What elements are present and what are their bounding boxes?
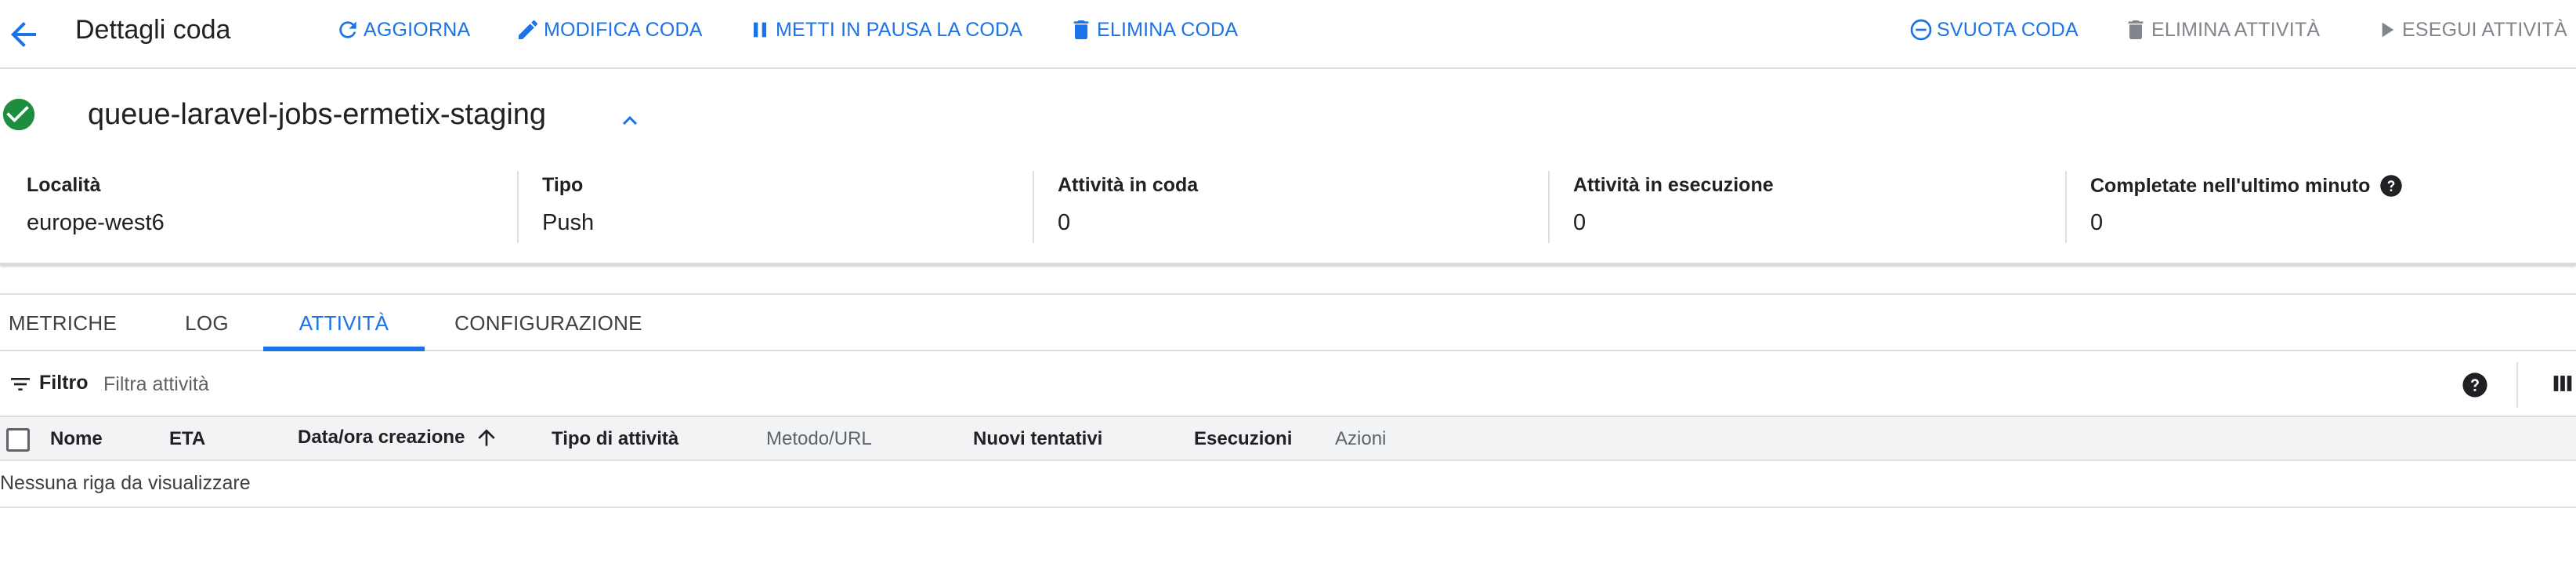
column-header-executions[interactable]: Esecuzioni bbox=[1194, 428, 1292, 450]
column-header-name[interactable]: Nome bbox=[50, 428, 103, 450]
detail-type: Tipo Push bbox=[517, 146, 1034, 265]
queue-details-card: Località europe-west6 Tipo Push Attività… bbox=[0, 146, 2576, 265]
refresh-button[interactable]: AGGIORNA bbox=[335, 14, 470, 45]
pause-queue-button[interactable]: METTI IN PAUSA LA CODA bbox=[747, 14, 1022, 45]
column-header-created-label: Data/ora creazione bbox=[298, 427, 465, 448]
play-icon bbox=[2382, 22, 2394, 38]
detail-value: Push bbox=[542, 210, 595, 235]
delete-tasks-button[interactable]: ELIMINA ATTIVITÀ bbox=[2123, 14, 2320, 45]
empty-table-message: Nessuna riga da visualizzare bbox=[0, 472, 251, 494]
pause-icon bbox=[754, 22, 766, 38]
detail-location: Località europe-west6 bbox=[0, 146, 517, 265]
column-header-eta[interactable]: ETA bbox=[169, 428, 205, 450]
page-title: Dettagli coda bbox=[75, 15, 231, 45]
pause-queue-label: METTI IN PAUSA LA CODA bbox=[776, 18, 1023, 41]
column-header-created[interactable]: Data/ora creazione bbox=[298, 425, 499, 450]
detail-label: Completate nell'ultimo minuto bbox=[2090, 174, 2403, 198]
edit-queue-button[interactable]: MODIFICA CODA bbox=[516, 14, 703, 45]
queue-name: queue-laravel-jobs-ermetix-staging bbox=[88, 98, 547, 131]
filter-label: Filtro bbox=[39, 372, 89, 394]
run-tasks-button[interactable]: ESEGUI ATTIVITÀ bbox=[2374, 14, 2567, 45]
sort-ascending-arrow-icon[interactable] bbox=[474, 425, 499, 450]
detail-label: Località bbox=[27, 174, 101, 196]
column-header-retries[interactable]: Nuovi tentativi bbox=[973, 428, 1102, 450]
delete-queue-button[interactable]: ELIMINA CODA bbox=[1069, 14, 1238, 45]
column-header-method-url: Metodo/URL bbox=[766, 428, 872, 449]
active-tab-indicator bbox=[263, 347, 425, 351]
tab-configuration[interactable]: CONFIGURAZIONE bbox=[447, 295, 650, 351]
detail-completed-last-minute: Completate nell'ultimo minuto 0 bbox=[2065, 146, 2576, 265]
run-tasks-label: ESEGUI ATTIVITÀ bbox=[2402, 18, 2567, 41]
detail-value: europe-west6 bbox=[27, 210, 165, 235]
detail-label: Attività in esecuzione bbox=[1573, 174, 1774, 196]
filter-input[interactable] bbox=[103, 365, 2375, 403]
detail-value: 0 bbox=[1058, 210, 1071, 235]
detail-value: 0 bbox=[2090, 210, 2104, 235]
column-header-actions: Azioni bbox=[1335, 428, 1387, 449]
pencil-icon bbox=[519, 20, 538, 39]
purge-queue-button[interactable]: SVUOTA CODA bbox=[1908, 14, 2079, 45]
filter-bar: Filtro bbox=[0, 353, 2576, 417]
detail-running-tasks: Attività in esecuzione 0 bbox=[1548, 146, 2065, 265]
help-icon[interactable] bbox=[2462, 372, 2488, 398]
table-header: Nome ETA Data/ora creazione Tipo di atti… bbox=[0, 417, 2576, 461]
refresh-icon bbox=[339, 21, 356, 38]
detail-queued-tasks: Attività in coda 0 bbox=[1033, 146, 1550, 265]
table-bottom-divider bbox=[0, 507, 2576, 508]
tab-bar: METRICHE LOG ATTIVITÀ CONFIGURAZIONE bbox=[0, 293, 2576, 351]
toolbar-divider bbox=[2516, 362, 2518, 408]
back-arrow-icon[interactable] bbox=[5, 16, 42, 53]
refresh-label: AGGIORNA bbox=[364, 18, 471, 41]
tab-metrics[interactable]: METRICHE bbox=[0, 295, 125, 351]
check-circle-icon bbox=[2, 98, 35, 131]
column-display-icon[interactable] bbox=[2549, 370, 2576, 397]
detail-value: 0 bbox=[1573, 210, 1586, 235]
purge-queue-label: SVUOTA CODA bbox=[1937, 18, 2079, 41]
detail-label: Tipo bbox=[542, 174, 584, 196]
select-all-checkbox[interactable] bbox=[6, 428, 30, 452]
edit-queue-label: MODIFICA CODA bbox=[544, 18, 703, 41]
toolbar: Dettagli coda AGGIORNA MODIFICA CODA MET… bbox=[0, 0, 2576, 69]
column-header-task-type[interactable]: Tipo di attività bbox=[552, 428, 678, 450]
tab-logs[interactable]: LOG bbox=[154, 295, 260, 351]
detail-label: Attività in coda bbox=[1058, 174, 1199, 196]
delete-tasks-label: ELIMINA ATTIVITÀ bbox=[2151, 18, 2321, 41]
trash-icon bbox=[2128, 20, 2144, 39]
filter-icon[interactable] bbox=[8, 372, 33, 397]
trash-icon bbox=[1073, 20, 1089, 39]
delete-queue-label: ELIMINA CODA bbox=[1097, 18, 1239, 41]
chevron-up-icon[interactable] bbox=[616, 107, 644, 135]
tab-tasks[interactable]: ATTIVITÀ bbox=[263, 295, 425, 351]
minus-circle-icon bbox=[1910, 19, 1932, 41]
detail-label-text: Completate nell'ultimo minuto bbox=[2090, 174, 2371, 197]
help-icon[interactable] bbox=[2379, 174, 2403, 198]
